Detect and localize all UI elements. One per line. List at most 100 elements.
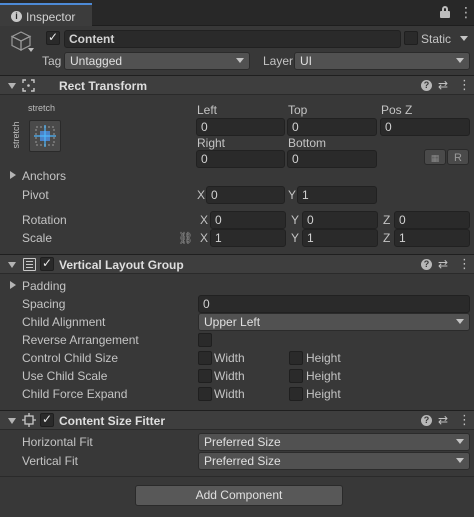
pivot-y-label[interactable]: Y — [288, 188, 296, 202]
child-alignment-label: Child Alignment — [22, 315, 106, 329]
control-child-size-label: Control Child Size — [22, 351, 119, 365]
bottom-value: 0 — [292, 152, 299, 166]
static-checkbox[interactable] — [404, 31, 418, 45]
raw-edit-label: R — [454, 152, 462, 164]
scale-x-field[interactable]: 1 — [210, 229, 286, 247]
horizontal-fit-dropdown[interactable]: Preferred Size — [198, 433, 470, 451]
control-width-checkbox[interactable] — [198, 351, 212, 365]
rot-x-field[interactable]: 0 — [210, 211, 286, 229]
padding-fold-icon[interactable] — [10, 281, 16, 289]
scale-z-field[interactable]: 1 — [394, 229, 470, 247]
fold-arrow-icon[interactable] — [8, 418, 16, 424]
scale-height-checkbox[interactable] — [289, 369, 303, 383]
vertical-fit-value: Preferred Size — [204, 454, 281, 468]
pivot-y-field[interactable]: 1 — [297, 186, 377, 204]
scale-label: Scale — [22, 231, 53, 245]
rect-transform-title: Rect Transform — [59, 79, 148, 93]
vertical-layout-enabled-checkbox[interactable] — [40, 256, 54, 271]
chevron-down-icon — [456, 58, 464, 63]
content-size-fitter-enabled-checkbox[interactable] — [40, 412, 54, 427]
anchors-fold-icon[interactable] — [10, 171, 16, 179]
vertical-fit-dropdown[interactable]: Preferred Size — [198, 452, 470, 470]
static-dropdown-icon[interactable] — [460, 36, 468, 41]
bottom-field[interactable]: 0 — [287, 150, 377, 168]
rot-z-value: 0 — [399, 213, 406, 227]
reverse-arrangement-label: Reverse Arrangement — [22, 333, 139, 347]
chevron-down-icon — [236, 58, 244, 63]
rect-transform-header[interactable]: Rect Transform ? ⇄ ⋮ — [0, 75, 474, 95]
rot-y-label[interactable]: Y — [291, 213, 299, 227]
rot-z-field[interactable]: 0 — [394, 211, 470, 229]
top-value: 0 — [292, 120, 299, 134]
blueprint-mode-button[interactable]: ▦ — [424, 149, 446, 165]
scale-width-checkbox[interactable] — [198, 369, 212, 383]
pivot-label: Pivot — [22, 188, 49, 202]
anchor-presets-button[interactable] — [29, 120, 61, 152]
tab-inspector[interactable]: i Inspector — [0, 3, 92, 26]
expand-width-label: Width — [214, 387, 245, 401]
scale-x-label[interactable]: X — [200, 231, 208, 245]
help-icon[interactable]: ? — [421, 80, 432, 91]
component-menu-icon[interactable]: ⋮ — [458, 77, 471, 93]
spacing-value: 0 — [203, 297, 210, 311]
control-height-checkbox[interactable] — [289, 351, 303, 365]
top-field[interactable]: 0 — [287, 118, 377, 136]
rot-x-value: 0 — [215, 213, 222, 227]
help-icon[interactable]: ? — [421, 259, 432, 270]
add-component-button[interactable]: Add Component — [135, 485, 343, 506]
grid-icon: ▦ — [430, 153, 440, 163]
scale-y-label[interactable]: Y — [291, 231, 299, 245]
anchors-label[interactable]: Anchors — [22, 169, 66, 183]
top-label: Top — [288, 103, 308, 117]
component-menu-icon[interactable]: ⋮ — [458, 412, 471, 428]
expand-height-checkbox[interactable] — [289, 387, 303, 401]
layer-dropdown[interactable]: UI — [294, 52, 470, 70]
scale-z-value: 1 — [399, 231, 406, 245]
horizontal-fit-label: Horizontal Fit — [22, 435, 93, 449]
left-field[interactable]: 0 — [196, 118, 285, 136]
preset-icon[interactable]: ⇄ — [438, 78, 448, 92]
scale-y-field[interactable]: 1 — [302, 229, 378, 247]
fold-arrow-icon[interactable] — [8, 262, 16, 268]
size-fitter-icon — [22, 413, 36, 427]
scale-z-label[interactable]: Z — [383, 231, 390, 245]
preset-icon[interactable]: ⇄ — [438, 257, 448, 271]
fold-arrow-icon[interactable] — [8, 83, 16, 89]
padding-label[interactable]: Padding — [22, 279, 66, 293]
tag-value: Untagged — [70, 54, 123, 68]
child-alignment-value: Upper Left — [204, 315, 261, 329]
child-alignment-dropdown[interactable]: Upper Left — [198, 313, 470, 331]
rot-z-label[interactable]: Z — [383, 213, 390, 227]
spacing-field[interactable]: 0 — [198, 295, 470, 313]
layer-label: Layer — [263, 54, 294, 68]
pivot-x-field[interactable]: 0 — [206, 186, 285, 204]
active-checkbox[interactable] — [46, 30, 60, 45]
reverse-arrangement-checkbox[interactable] — [198, 333, 212, 347]
lock-icon[interactable] — [440, 6, 450, 18]
expand-width-checkbox[interactable] — [198, 387, 212, 401]
right-field[interactable]: 0 — [196, 150, 285, 168]
pivot-x-label[interactable]: X — [197, 188, 205, 202]
tag-dropdown[interactable]: Untagged — [64, 52, 250, 70]
menu-icon[interactable]: ⋮ — [459, 5, 473, 19]
preset-icon[interactable]: ⇄ — [438, 413, 448, 427]
rot-y-field[interactable]: 0 — [302, 211, 378, 229]
bottom-label: Bottom — [288, 136, 327, 150]
vertical-layout-header[interactable]: Vertical Layout Group ? ⇄ ⋮ — [0, 254, 474, 274]
content-size-fitter-header[interactable]: Content Size Fitter ? ⇄ ⋮ — [0, 410, 474, 430]
scale-height-label: Height — [306, 369, 341, 383]
constrain-proportions-icon[interactable]: ⛓ — [178, 231, 193, 245]
vertical-layout-title: Vertical Layout Group — [59, 258, 184, 272]
raw-edit-button[interactable]: R — [447, 149, 469, 165]
posz-field[interactable]: 0 — [380, 118, 470, 136]
icon-dropdown-arrow[interactable] — [28, 48, 34, 52]
help-icon[interactable]: ? — [421, 415, 432, 426]
rot-x-label[interactable]: X — [200, 213, 208, 227]
rotation-label: Rotation — [22, 213, 67, 227]
name-field[interactable]: Content — [64, 30, 401, 48]
chevron-down-icon — [456, 439, 464, 444]
spacing-label: Spacing — [22, 297, 66, 311]
vertical-fit-label: Vertical Fit — [22, 454, 79, 468]
chevron-down-icon — [456, 319, 464, 324]
component-menu-icon[interactable]: ⋮ — [458, 256, 471, 272]
